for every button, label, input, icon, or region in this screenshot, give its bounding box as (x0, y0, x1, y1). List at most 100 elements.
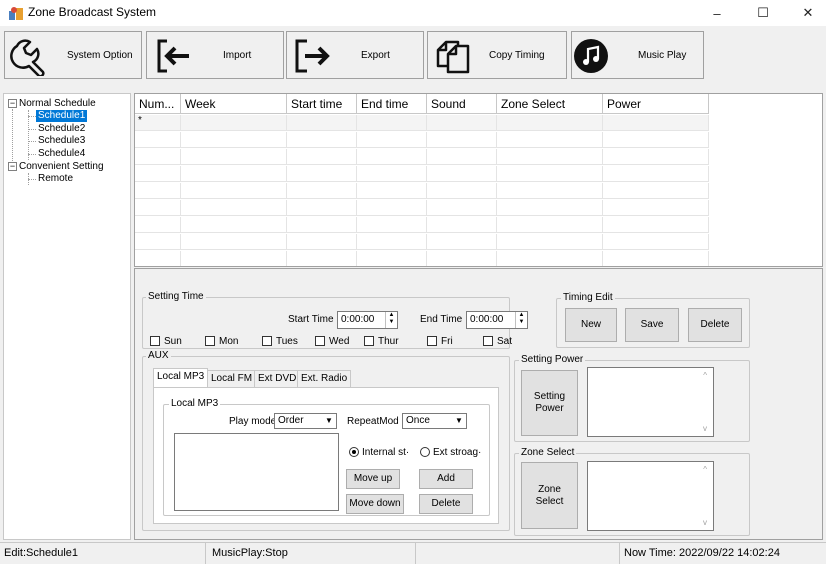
tree-node-schedule4[interactable]: Schedule4 (38, 148, 85, 160)
tab-ext-radio[interactable]: Ext. Radio (297, 370, 352, 388)
aux-title: AUX (146, 350, 171, 361)
radio-ext-storage[interactable] (420, 447, 430, 457)
checkbox-fri[interactable] (427, 336, 437, 346)
column-header[interactable]: Week (181, 94, 287, 114)
collapse-icon[interactable]: − (8, 99, 17, 108)
music-play-label: Music Play (638, 50, 687, 61)
system-option-label: System Option (67, 50, 133, 61)
table-row[interactable] (135, 183, 709, 199)
window-title: Zone Broadcast System (28, 5, 157, 19)
day-label-tues: Tues (276, 336, 298, 347)
tree-node-schedule1[interactable]: Schedule1 (36, 110, 88, 122)
tree-node-schedule3[interactable]: Schedule3 (38, 135, 85, 147)
column-header[interactable]: Num... (135, 94, 181, 114)
tree-node-normal-schedule[interactable]: Normal Schedule (19, 98, 96, 110)
repeat-mode-value: Once (406, 415, 430, 426)
export-label: Export (361, 50, 390, 61)
tab-ext-dvd[interactable]: Ext DVD (254, 370, 301, 388)
scroll-up-icon[interactable]: ^ (703, 465, 707, 474)
scroll-down-icon[interactable]: v (703, 518, 707, 527)
export-button[interactable]: Export (286, 31, 424, 79)
add-button[interactable]: Add (419, 469, 473, 489)
start-time-input[interactable]: 0:00:00 ▲ ▼ (337, 311, 398, 329)
play-mode-select[interactable]: Order ▼ (274, 413, 337, 429)
import-label: Import (223, 50, 252, 61)
status-music-play: MusicPlay:Stop (206, 543, 416, 564)
table-row[interactable] (135, 200, 709, 216)
table-row[interactable] (135, 217, 709, 233)
day-label-sun: Sun (164, 336, 182, 347)
spin-updown-icon[interactable]: ▲ ▼ (515, 312, 527, 328)
table-row[interactable] (135, 166, 709, 182)
repeat-mode-label: RepeatMod (347, 416, 399, 427)
system-option-button[interactable]: System Option (4, 31, 142, 79)
maximize-button[interactable]: ☐ (743, 0, 783, 26)
play-mode-label: Play mode (229, 416, 277, 427)
new-button[interactable]: New (565, 308, 617, 342)
music-note-icon (573, 38, 609, 77)
checkbox-wed[interactable] (315, 336, 325, 346)
setting-time-title: Setting Time (146, 291, 206, 302)
import-icon (155, 37, 193, 78)
save-button[interactable]: Save (625, 308, 679, 342)
column-header[interactable]: Start time (287, 94, 357, 114)
spin-updown-icon[interactable]: ▲ ▼ (385, 312, 397, 328)
chevron-down-icon[interactable]: ▼ (452, 414, 466, 428)
column-header[interactable]: Zone Select (497, 94, 603, 114)
table-row[interactable] (135, 132, 709, 148)
table-row[interactable] (135, 234, 709, 250)
end-time-input[interactable]: 0:00:00 ▲ ▼ (466, 311, 528, 329)
tab-local-mp3[interactable]: Local MP3 (153, 368, 209, 388)
internal-storage-label: Internal st· (362, 447, 410, 458)
tab-local-fm[interactable]: Local FM (207, 370, 257, 388)
checkbox-tues[interactable] (262, 336, 272, 346)
import-button[interactable]: Import (146, 31, 284, 79)
delete-mp3-button[interactable]: Delete (419, 494, 473, 514)
repeat-mode-select[interactable]: Once ▼ (402, 413, 467, 429)
scroll-down-icon[interactable]: v (703, 424, 707, 433)
scroll-up-icon[interactable]: ^ (703, 371, 707, 380)
timing-edit-title: Timing Edit (561, 292, 615, 303)
schedule-tree[interactable]: − Normal Schedule Schedule1 Schedule2 Sc… (3, 93, 131, 540)
table-row[interactable] (135, 149, 709, 165)
radio-internal-storage[interactable] (349, 447, 359, 457)
play-mode-value: Order (278, 415, 304, 426)
start-time-label: Start Time (288, 314, 334, 325)
column-header[interactable]: Sound (427, 94, 497, 114)
zone-list[interactable]: ^ v (587, 461, 714, 531)
table-row[interactable] (135, 251, 709, 266)
minimize-button[interactable]: – (697, 0, 737, 26)
tree-node-schedule2[interactable]: Schedule2 (38, 123, 85, 135)
copy-icon (432, 36, 472, 79)
ext-storage-label: Ext stroag· (433, 447, 482, 458)
wrench-icon (9, 36, 49, 79)
copy-timing-button[interactable]: Copy Timing (427, 31, 567, 79)
setting-power-button[interactable]: Setting Power (521, 370, 578, 436)
new-row-marker: * (135, 115, 181, 131)
status-edit: Edit:Schedule1 (0, 543, 206, 564)
move-down-button[interactable]: Move down (346, 494, 404, 514)
music-play-button[interactable]: Music Play (571, 31, 704, 79)
close-button[interactable]: ✕ (788, 0, 826, 26)
checkbox-mon[interactable] (205, 336, 215, 346)
zone-select-button[interactable]: Zone Select (521, 462, 578, 529)
power-list[interactable]: ^ v (587, 367, 714, 437)
day-label-fri: Fri (441, 336, 453, 347)
end-time-value: 0:00:00 (470, 314, 504, 325)
delete-timing-button[interactable]: Delete (688, 308, 742, 342)
checkbox-thur[interactable] (364, 336, 374, 346)
table-row[interactable]: * (135, 115, 709, 131)
tree-node-convenient-setting[interactable]: Convenient Setting (19, 161, 104, 173)
column-header[interactable]: Power (603, 94, 709, 114)
collapse-icon[interactable]: − (8, 162, 17, 171)
mp3-file-list[interactable] (174, 433, 339, 511)
tree-node-remote[interactable]: Remote (38, 173, 73, 185)
chevron-down-icon[interactable]: ▼ (322, 414, 336, 428)
checkbox-sun[interactable] (150, 336, 160, 346)
column-header[interactable]: End time (357, 94, 427, 114)
day-label-wed: Wed (329, 336, 350, 347)
checkbox-sat[interactable] (483, 336, 493, 346)
table-header: Num... Week Start time End time Sound Zo… (135, 94, 709, 114)
schedule-table[interactable]: Num... Week Start time End time Sound Zo… (134, 93, 823, 267)
move-up-button[interactable]: Move up (346, 469, 400, 489)
